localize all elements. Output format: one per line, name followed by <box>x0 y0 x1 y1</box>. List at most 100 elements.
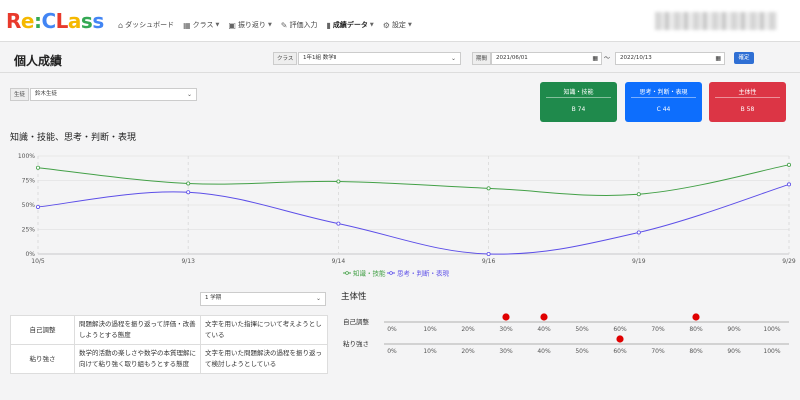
tick-label: 0% <box>387 326 397 333</box>
logo-letter: L <box>55 9 69 33</box>
class-icon: ▦ <box>183 20 191 30</box>
logo-letter: e <box>20 9 35 33</box>
data-point <box>636 192 641 197</box>
date-from-value: 2021/06/01 <box>496 55 528 61</box>
y-tick-label: 75% <box>22 178 36 185</box>
legend-label: 知識・技能 <box>353 269 386 278</box>
tick-label: 0% <box>387 348 397 355</box>
logo-letter: C <box>41 9 56 33</box>
knowledge-score-card: 知識・技能 B 74 <box>540 82 617 122</box>
x-tick-label: 9/14 <box>332 258 346 265</box>
student-select[interactable]: 鈴木生徒 ⌄ <box>30 88 197 101</box>
class-select-value: 1年1組 数学Ⅱ <box>303 55 337 61</box>
tick-label: 90% <box>727 326 741 333</box>
tick-label: 90% <box>727 348 741 355</box>
card-value: C 44 <box>656 106 671 113</box>
nav-item[interactable]: ▣ 振り返り ▼ <box>228 20 271 30</box>
page-title: 個人成績 <box>14 54 63 68</box>
date-to-value: 2022/10/13 <box>620 55 652 61</box>
caret-down-icon: ▼ <box>215 22 220 28</box>
top-navbar: Re:CLass ⌂ ダッシュボード ▦ クラス ▼ ▣ 振り返り ▼ ✎ 評価入力 ▮ 成績データ ▼… <box>0 0 800 42</box>
class-label: クラス <box>273 52 298 65</box>
tick-label: 30% <box>499 326 513 333</box>
x-tick-label: 9/16 <box>482 258 496 265</box>
tick-label: 60% <box>613 348 627 355</box>
logo-letter: a <box>67 9 82 33</box>
card-title: 思考・判断・表現 <box>639 89 688 96</box>
main-nav: ⌂ ダッシュボード ▦ クラス ▼ ▣ 振り返り ▼ ✎ 評価入力 ▮ 成績データ ▼ ⚙ 設定 ▼ <box>118 20 412 30</box>
nav-item-label: ダッシュボード <box>125 21 175 29</box>
tick-label: 80% <box>689 348 703 355</box>
card-divider <box>546 97 611 98</box>
card-title: 知識・技能 <box>563 89 594 96</box>
nav-item-label: 設定 <box>391 21 406 29</box>
legend-marker <box>345 271 349 275</box>
attitude-dot <box>616 335 624 343</box>
tick-label: 80% <box>689 326 703 333</box>
date-separator: 〜 <box>604 55 611 62</box>
chevron-down-icon: ⌄ <box>315 295 321 302</box>
tick-label: 50% <box>575 326 589 333</box>
nav-item[interactable]: ✎ 評価入力 <box>281 20 318 30</box>
chevron-down-icon: ⌄ <box>186 91 192 98</box>
legend-label: 思考・判断・表現 <box>397 269 450 278</box>
tick-label: 20% <box>461 326 475 333</box>
row-label: 粘り強さ <box>10 344 75 374</box>
tick-label: 10% <box>423 348 437 355</box>
nav-item-label: 振り返り <box>237 21 266 29</box>
gear-icon: ⚙ <box>382 20 390 30</box>
chart-icon: ▮ <box>326 20 331 30</box>
x-tick-label: 10/5 <box>31 258 45 265</box>
nav-item[interactable]: ▮ 成績データ ▼ <box>327 20 374 30</box>
tick-label: 30% <box>499 348 513 355</box>
data-point <box>36 165 41 170</box>
calendar-icon[interactable]: ▦ <box>715 53 721 64</box>
attitude-dot <box>502 313 510 321</box>
row-comment: 文字を用いた問題解決の過程を振り返って検討しようとしている <box>200 344 328 374</box>
calendar-icon[interactable]: ▦ <box>592 53 598 64</box>
data-point <box>336 221 341 226</box>
data-point <box>486 252 491 257</box>
date-from-input[interactable]: 2021/06/01 ▦ <box>491 52 602 65</box>
row-criterion: 数学的活動の楽しさや数学の本質理解に向けて粘り強く取り組もうとする態度 <box>74 344 201 374</box>
card-value: B 58 <box>740 106 755 113</box>
app-logo[interactable]: Re:CLass <box>6 9 104 33</box>
nav-item-label: クラス <box>192 21 214 29</box>
reflection-icon: ▣ <box>228 20 236 30</box>
attitude-dot <box>692 313 700 321</box>
confirm-button[interactable]: 確定 <box>734 52 754 64</box>
student-select-value: 鈴木生徒 <box>35 91 58 97</box>
logo-letter: : <box>33 9 42 33</box>
data-point <box>336 179 341 184</box>
user-info-blurred[interactable] <box>655 12 777 30</box>
row-comment: 文字を用いた指揮について考えようとしている <box>200 315 328 345</box>
date-to-input[interactable]: 2022/10/13 ▦ <box>615 52 725 65</box>
header-divider <box>0 72 800 73</box>
logo-letter: s <box>92 9 104 33</box>
logo-letter: R <box>6 9 21 33</box>
nav-item[interactable]: ▦ クラス ▼ <box>183 20 219 30</box>
y-tick-label: 100% <box>18 153 35 160</box>
tick-label: 10% <box>423 326 437 333</box>
tick-label: 40% <box>537 348 551 355</box>
row-label: 自己調整 <box>10 315 75 345</box>
caret-down-icon: ▼ <box>369 22 374 28</box>
pencil-icon: ✎ <box>280 20 288 30</box>
logo-letter: s <box>80 9 93 33</box>
nav-item-label: 成績データ <box>332 21 368 29</box>
attitude-dot-chart: 自己調整 0% 10% 20% 30% 40% 50% 60% 70% 80% 90% 100% 粘り強… <box>343 313 789 355</box>
table-row: 粘り強さ 数学的活動の楽しさや数学の本質理解に向けて粘り強く取り組もうとする態度… <box>10 344 328 374</box>
tick-label: 70% <box>651 348 665 355</box>
y-tick-label: 50% <box>22 202 36 209</box>
nav-item[interactable]: ⌂ ダッシュボード <box>118 20 174 30</box>
row-label: 自己調整 <box>343 317 370 326</box>
data-point <box>486 186 491 191</box>
tick-label: 60% <box>613 326 627 333</box>
nav-item[interactable]: ⚙ 設定 ▼ <box>383 20 412 30</box>
term-select[interactable]: 1 学期 ⌄ <box>200 292 326 306</box>
class-select[interactable]: 1年1組 数学Ⅱ ⌄ <box>298 52 461 65</box>
y-tick-label: 25% <box>22 227 36 234</box>
card-title: 主体性 <box>738 89 757 96</box>
student-label: 生徒 <box>10 88 30 101</box>
chevron-down-icon: ⌄ <box>450 55 456 62</box>
